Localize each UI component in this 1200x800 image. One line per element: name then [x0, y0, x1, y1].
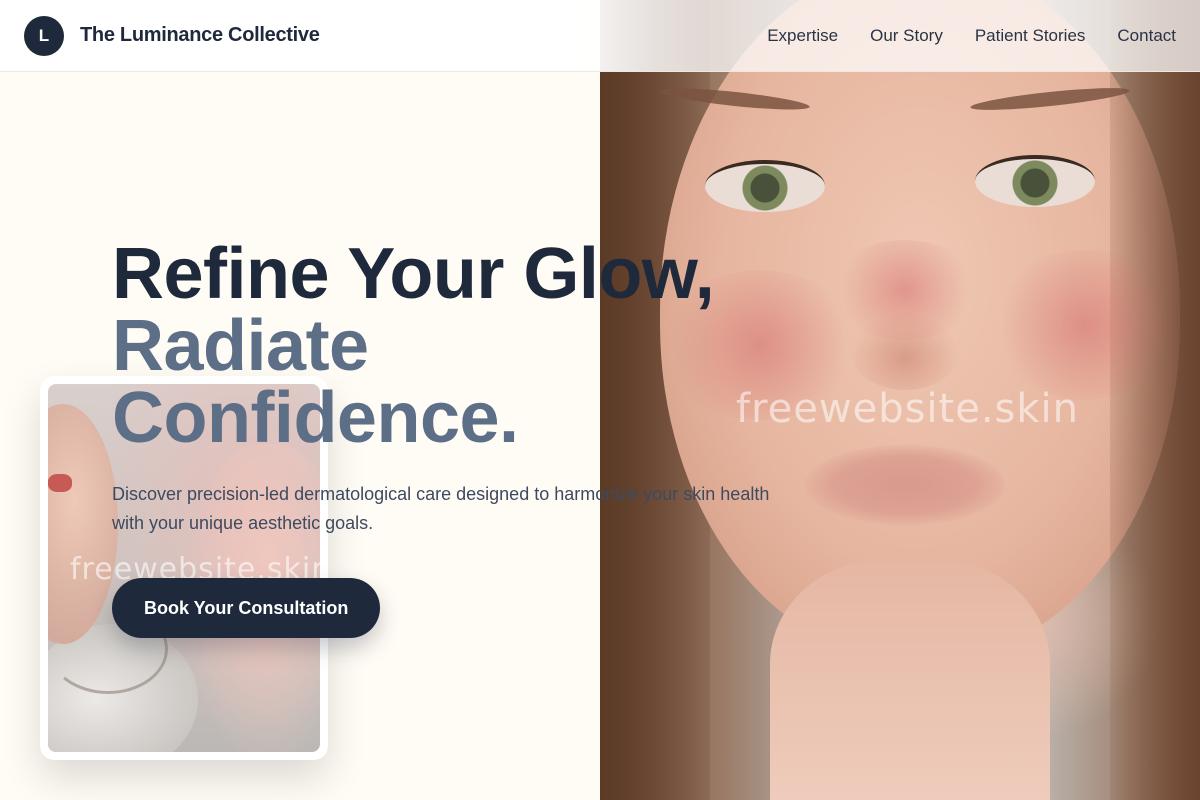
brand-logo[interactable]: L: [24, 15, 64, 56]
hero-subtext: Discover precision-led dermatological ca…: [112, 484, 770, 533]
brand[interactable]: L The Luminance Collective: [24, 15, 320, 56]
hair-right: [1110, 0, 1200, 800]
card-lips: [48, 474, 72, 492]
site-header: L The Luminance Collective Expertise Our…: [0, 0, 1200, 72]
headline-line-2: Radiate: [112, 306, 369, 386]
hero-headline: Refine Your Glow, Radiate Confidence.: [112, 238, 812, 454]
eye-right: [975, 155, 1095, 207]
neck: [770, 560, 1050, 800]
eye-left: [705, 160, 825, 212]
nav-link-patient-stories[interactable]: Patient Stories: [975, 26, 1086, 46]
nav-link-expertise[interactable]: Expertise: [767, 26, 838, 46]
book-consultation-button[interactable]: Book Your Consultation: [112, 578, 381, 638]
hero-content: Refine Your Glow, Radiate Confidence. Di…: [112, 238, 812, 638]
lips: [805, 445, 1005, 525]
brand-name[interactable]: The Luminance Collective: [80, 24, 320, 47]
nav-link-contact[interactable]: Contact: [1117, 26, 1176, 46]
nav-link-our-story[interactable]: Our Story: [870, 26, 943, 46]
main-nav: Expertise Our Story Patient Stories Cont…: [767, 26, 1176, 46]
headline-line-1: Refine Your Glow,: [112, 234, 715, 314]
nose: [850, 310, 960, 390]
headline-line-3: Confidence.: [112, 378, 519, 458]
freckles-right: [990, 250, 1180, 400]
